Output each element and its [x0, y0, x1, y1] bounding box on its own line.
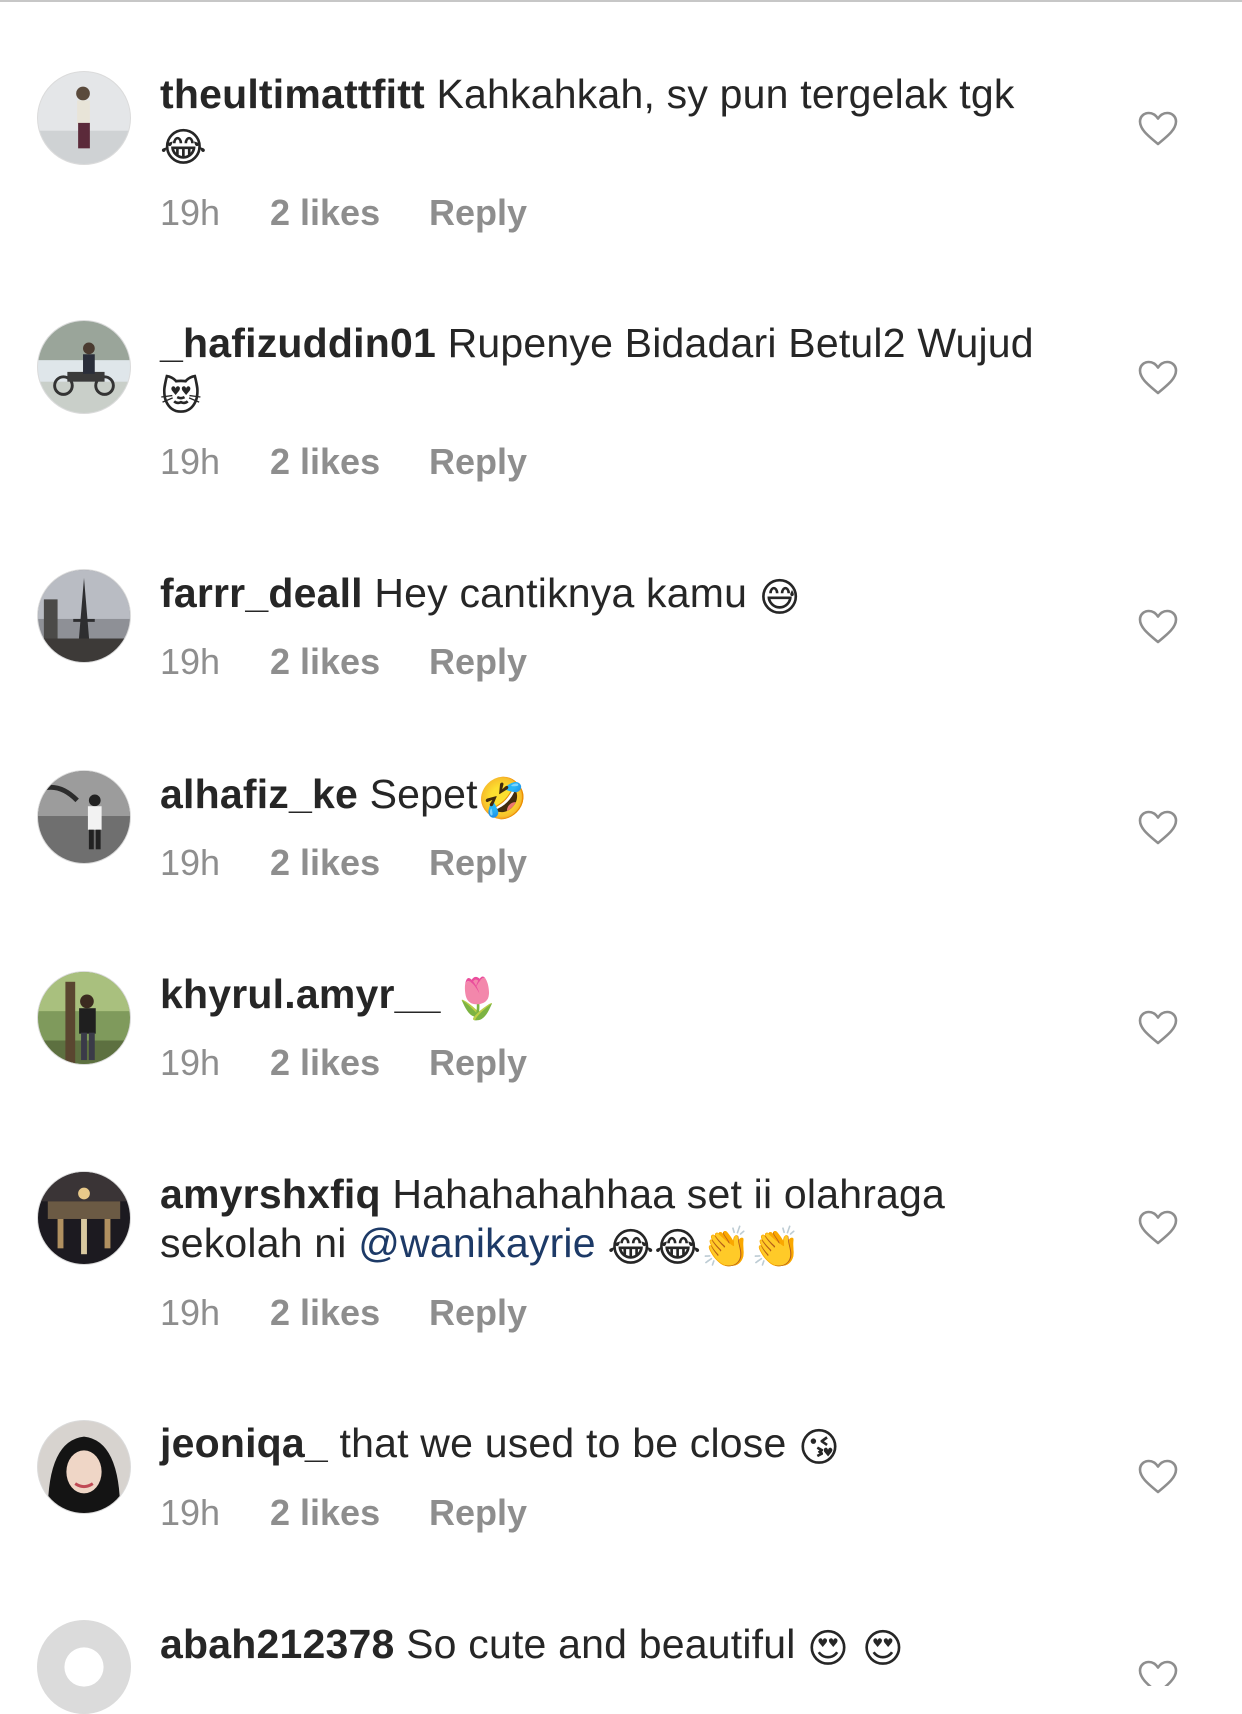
comment-username[interactable]: jeoniqa_ [160, 1420, 328, 1466]
comment-timestamp: 19h [160, 1292, 221, 1333]
comment-likes-count[interactable]: 2 likes [270, 843, 429, 883]
tears-of-joy-emoji-icon: 😂 [160, 125, 207, 171]
tulip-emoji-icon: 🌷 [452, 976, 503, 1022]
like-button[interactable] [1138, 360, 1178, 396]
reply-button[interactable]: Reply [429, 1043, 527, 1083]
reply-button[interactable]: Reply [429, 1293, 527, 1333]
heart-eyes-cat-emoji-icon: 😻 [160, 374, 202, 420]
rolling-laughing-emoji-icon: 🤣 [477, 776, 528, 822]
top-divider [0, 0, 1242, 2]
comment-timestamp: 19h [160, 641, 221, 682]
comment-likes-count[interactable]: 2 likes [270, 642, 429, 682]
heart-outline-icon [1138, 810, 1178, 845]
reply-button[interactable]: Reply [429, 442, 527, 482]
heart-outline-icon [1138, 1459, 1178, 1494]
comment-meta: 19h 2 likes Reply [160, 1293, 527, 1333]
avatar[interactable] [37, 569, 131, 663]
like-button[interactable] [1138, 810, 1178, 846]
heart-outline-icon [1138, 111, 1178, 146]
comment-likes-count[interactable]: 2 likes [270, 442, 429, 482]
reply-button[interactable]: Reply [429, 642, 527, 682]
comment-username[interactable]: _hafizuddin01 [160, 320, 436, 366]
reply-button[interactable]: Reply [429, 843, 527, 883]
heart-outline-icon [1138, 1010, 1178, 1045]
avatar[interactable] [37, 770, 131, 864]
comment-username[interactable]: amyrshxfiq [160, 1171, 381, 1217]
comment-meta: 19h 2 likes Reply [160, 843, 527, 883]
comment-body: So cute and beautiful [406, 1621, 796, 1667]
reply-button[interactable]: Reply [429, 1493, 527, 1533]
avatar[interactable] [37, 320, 131, 414]
like-button[interactable] [1138, 1210, 1178, 1246]
comment-likes-count[interactable]: 2 likes [270, 193, 429, 233]
comment-timestamp: 19h [160, 192, 221, 233]
comment-likes-count[interactable]: 2 likes [270, 1293, 429, 1333]
comment-text: farrr_deall Hey cantiknya kamu 😅 [160, 569, 1080, 618]
comment-text: _hafizuddin01 Rupenye Bidadari Betul2 Wu… [160, 319, 1080, 417]
comment-meta: 19h 2 likes Reply [160, 442, 527, 482]
avatar[interactable] [37, 1620, 131, 1714]
comment-likes-count[interactable]: 2 likes [270, 1493, 429, 1533]
reply-button[interactable]: Reply [429, 193, 527, 233]
heart-outline-icon [1138, 1660, 1178, 1686]
heart-eyes-emoji-icon: 😍 😍 [807, 1626, 904, 1672]
comment-body: that we used to be close [339, 1420, 787, 1466]
comment-username[interactable]: theultimattfitt [160, 71, 425, 117]
comment-text: khyrul.amyr__ 🌷 [160, 970, 1080, 1019]
comment-text: jeoniqa_ that we used to be close 😘 [160, 1419, 1080, 1468]
comment-timestamp: 19h [160, 441, 221, 482]
like-button[interactable] [1138, 609, 1178, 645]
like-button[interactable] [1138, 111, 1178, 147]
comment-username[interactable]: farrr_deall [160, 570, 363, 616]
comment-timestamp: 19h [160, 1042, 221, 1083]
like-button[interactable] [1138, 1459, 1178, 1495]
comment-username[interactable]: abah212378 [160, 1621, 395, 1667]
comment-meta: 19h 2 likes Reply [160, 193, 527, 233]
comment-text: theultimattfitt Kahkahkah, sy pun tergel… [160, 70, 1080, 168]
avatar[interactable] [37, 971, 131, 1065]
avatar[interactable] [37, 1420, 131, 1514]
heart-outline-icon [1138, 360, 1178, 395]
avatar[interactable] [37, 1171, 131, 1265]
comment-text: alhafiz_ke Sepet🤣 [160, 770, 1080, 819]
comment-body: Sepet [369, 771, 478, 817]
comment-likes-count[interactable]: 2 likes [270, 1043, 429, 1083]
comment-timestamp: 19h [160, 842, 221, 883]
comment-text: amyrshxfiq Hahahahahhaa set ii olahraga … [160, 1170, 1080, 1268]
comment-body: Rupenye Bidadari Betul2 Wujud [447, 320, 1034, 366]
default-avatar-icon [38, 1621, 130, 1713]
comment-username[interactable]: khyrul.amyr__ [160, 971, 441, 1017]
heart-outline-icon [1138, 609, 1178, 644]
like-button[interactable] [1138, 1010, 1178, 1046]
kissing-heart-emoji-icon: 😘 [798, 1425, 841, 1471]
comment-username[interactable]: alhafiz_ke [160, 771, 358, 817]
avatar[interactable] [37, 71, 131, 165]
comment-meta: 19h 2 likes Reply [160, 642, 527, 682]
comment-meta: 19h 2 likes Reply [160, 1493, 527, 1533]
comment-timestamp: 19h [160, 1492, 221, 1533]
mention-link[interactable]: @wanikayrie [358, 1220, 596, 1266]
grinning-sweat-emoji-icon: 😅 [758, 575, 801, 621]
comment-body: Hey cantiknya kamu [374, 570, 748, 616]
comment-body: Kahkahkah, sy pun tergelak tgk [436, 71, 1015, 117]
comment-text: abah212378 So cute and beautiful 😍 😍 [160, 1620, 1080, 1669]
comment-meta: 19h 2 likes Reply [160, 1043, 527, 1083]
like-button[interactable] [1138, 1660, 1178, 1686]
laughing-clapping-emoji-icon: 😂😂👏👏 [607, 1225, 802, 1271]
heart-outline-icon [1138, 1210, 1178, 1245]
